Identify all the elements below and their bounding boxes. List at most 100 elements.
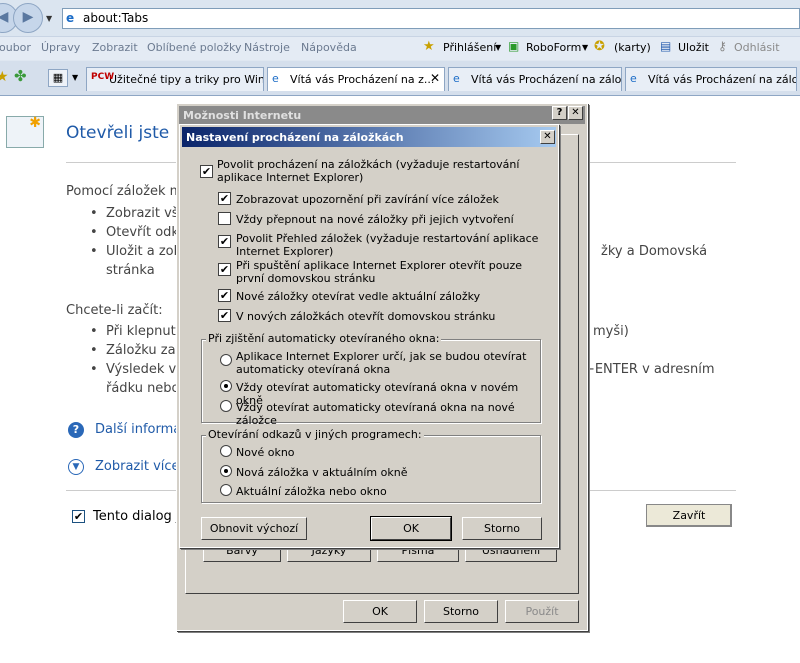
ok-button[interactable]: OK xyxy=(343,600,417,623)
menu-bar: oubor Úpravy Zobrazit Oblíbené položky N… xyxy=(0,36,800,60)
cards-icon: ✪ xyxy=(594,39,605,54)
login-button[interactable]: Přihlášení xyxy=(443,41,496,54)
save-icon: ▤ xyxy=(660,39,672,53)
tabbed-settings-title: Nastavení procházení na záložkách xyxy=(186,131,404,144)
help-icon: ? xyxy=(68,422,84,438)
enable-tabs-checkbox[interactable]: ✔ xyxy=(200,165,213,178)
close-tab-icon[interactable]: ✕ xyxy=(430,71,440,85)
menu-tools[interactable]: Nástroje xyxy=(244,41,290,54)
close-title-button[interactable]: ✕ xyxy=(540,130,555,144)
star-login-icon: ★ xyxy=(423,39,435,54)
favorites-star-icon[interactable]: ★ xyxy=(0,69,9,85)
more-info-link[interactable]: Další informa xyxy=(95,422,181,437)
address-row: ◀ ▶ ▼ e about:Tabs xyxy=(0,0,800,36)
quick-tabs-checkbox[interactable]: ✔ xyxy=(218,235,231,248)
intro-text: Pomocí záložek m xyxy=(66,184,183,199)
bullet: • xyxy=(90,343,98,358)
radio-label: Vždy otevírat automaticky otevíraná okna… xyxy=(236,401,515,427)
list-item: Výsledek vy xyxy=(106,362,184,377)
links-radio-current[interactable] xyxy=(220,484,232,496)
list-item: Zobrazit vš xyxy=(106,206,179,221)
forward-button[interactable]: ▶ xyxy=(13,3,43,33)
option-label: Vždy přepnout na nové záložky při jejich… xyxy=(236,213,514,226)
list-item: Záložku zav xyxy=(106,343,184,358)
tab-1-label: Užitečné tipy a triky pro Win... xyxy=(109,73,264,86)
cancel-button[interactable]: Storno xyxy=(462,517,542,540)
option-label: Nové záložky otevírat vedle aktuální zál… xyxy=(236,290,481,303)
popup-radio-auto[interactable] xyxy=(220,354,232,366)
ie-favicon-icon: e xyxy=(272,72,279,85)
close-title-button[interactable]: ✕ xyxy=(568,106,583,120)
bullet: • xyxy=(90,225,98,240)
apply-button[interactable]: Použít xyxy=(505,600,579,623)
ie-page-icon: e xyxy=(66,11,75,25)
menu-help[interactable]: Nápověda xyxy=(301,41,357,54)
roboform-dropdown-icon[interactable]: ▼ xyxy=(582,43,588,52)
address-text: about:Tabs xyxy=(83,11,149,25)
list-item: Uložit a zob xyxy=(106,244,182,259)
bullet: • xyxy=(90,206,98,221)
tabs-page-icon xyxy=(6,115,44,148)
open-next-to-current-checkbox[interactable]: ✔ xyxy=(218,289,231,302)
menu-edit[interactable]: Úpravy xyxy=(41,41,80,54)
logout-button[interactable]: Odhlásit xyxy=(734,41,780,54)
links-group-legend: Otevírání odkazů v jiných programech: xyxy=(206,428,424,441)
internet-options-titlebar: Možnosti Internetu xyxy=(179,106,585,124)
list-item: stránka xyxy=(106,263,155,278)
switch-new-tab-checkbox[interactable] xyxy=(218,212,231,225)
home-page-new-tab-checkbox[interactable]: ✔ xyxy=(218,309,231,322)
ok-button[interactable]: OK xyxy=(370,516,452,541)
roboform-button[interactable]: RoboForm xyxy=(526,41,581,54)
menu-favorites[interactable]: Oblíbené položky xyxy=(147,41,242,54)
subheading: Chcete-li začít: xyxy=(66,303,163,318)
show-more-link[interactable]: Zobrazit více xyxy=(95,459,180,474)
warn-close-checkbox[interactable]: ✔ xyxy=(218,192,231,205)
list-item: Při klepnutí xyxy=(106,324,180,339)
links-radio-new-window[interactable] xyxy=(220,445,232,457)
radio-label: Aktuální záložka nebo okno xyxy=(236,485,387,498)
dont-show-checkbox[interactable]: ✔ xyxy=(72,510,85,523)
radio-label: Aplikace Internet Explorer určí, jak se … xyxy=(236,350,527,376)
bullet: • xyxy=(90,244,98,259)
address-bar[interactable]: e about:Tabs xyxy=(62,8,800,29)
list-item: Otevřít odk xyxy=(106,225,179,240)
dont-show-label: Tento dialog j xyxy=(93,509,180,524)
bullet: • xyxy=(90,362,98,377)
popup-radio-new-window[interactable] xyxy=(220,380,232,392)
tab-list-dropdown-icon[interactable]: ▼ xyxy=(72,73,78,82)
tab-3[interactable]: e Vítá vás Procházení na zálož... xyxy=(448,67,622,91)
list-item: řádku nebo xyxy=(106,381,180,396)
tab-2[interactable]: e Vítá vás Procházení na z... ✕ xyxy=(267,67,445,91)
login-dropdown-icon[interactable]: ▼ xyxy=(495,43,501,52)
list-item-continued: T+ENTER v adresním xyxy=(576,362,715,377)
cards-button[interactable]: (karty) xyxy=(614,41,651,54)
help-title-button[interactable]: ? xyxy=(552,106,567,120)
popup-radio-new-tab[interactable] xyxy=(220,400,232,412)
add-favorite-icon[interactable]: ✤ xyxy=(14,67,27,85)
restore-defaults-button[interactable]: Obnovit výchozí xyxy=(201,517,307,540)
bullet: • xyxy=(90,324,98,339)
option-label: Zobrazovat upozornění při zavírání více … xyxy=(236,193,499,206)
expand-icon[interactable]: ▼ xyxy=(68,459,84,475)
close-button[interactable]: Zavřít xyxy=(646,504,732,527)
cancel-button[interactable]: Storno xyxy=(424,600,498,623)
tab-1[interactable]: PCW Užitečné tipy a triky pro Win... xyxy=(86,67,264,91)
option-label: V nových záložkách otevřít domovskou str… xyxy=(236,310,496,323)
save-button[interactable]: Uložit xyxy=(678,41,709,54)
quick-tabs-icon[interactable]: ▦ xyxy=(48,69,68,87)
first-home-page-checkbox[interactable]: ✔ xyxy=(218,263,231,276)
radio-label: Nové okno xyxy=(236,446,295,459)
links-radio-new-tab[interactable] xyxy=(220,465,232,477)
option-label: Povolit Přehled záložek (vyžaduje restar… xyxy=(236,232,539,258)
list-item-continued: žky a Domovská xyxy=(601,244,708,259)
menu-file[interactable]: oubor xyxy=(0,41,31,54)
roboform-icon: ▣ xyxy=(508,39,520,53)
history-dropdown-icon[interactable]: ▼ xyxy=(46,14,52,23)
tab-4[interactable]: e Vítá vás Procházení na zálož... xyxy=(625,67,797,91)
tab-4-label: Vítá vás Procházení na zálož... xyxy=(648,73,797,86)
menu-view[interactable]: Zobrazit xyxy=(92,41,138,54)
popup-group-legend: Při zjištění automaticky otevíraného okn… xyxy=(206,332,442,345)
forward-arrow-icon: ▶ xyxy=(22,9,34,25)
tab-3-label: Vítá vás Procházení na zálož... xyxy=(471,73,622,86)
option-label: Při spuštění aplikace Internet Explorer … xyxy=(236,259,523,285)
